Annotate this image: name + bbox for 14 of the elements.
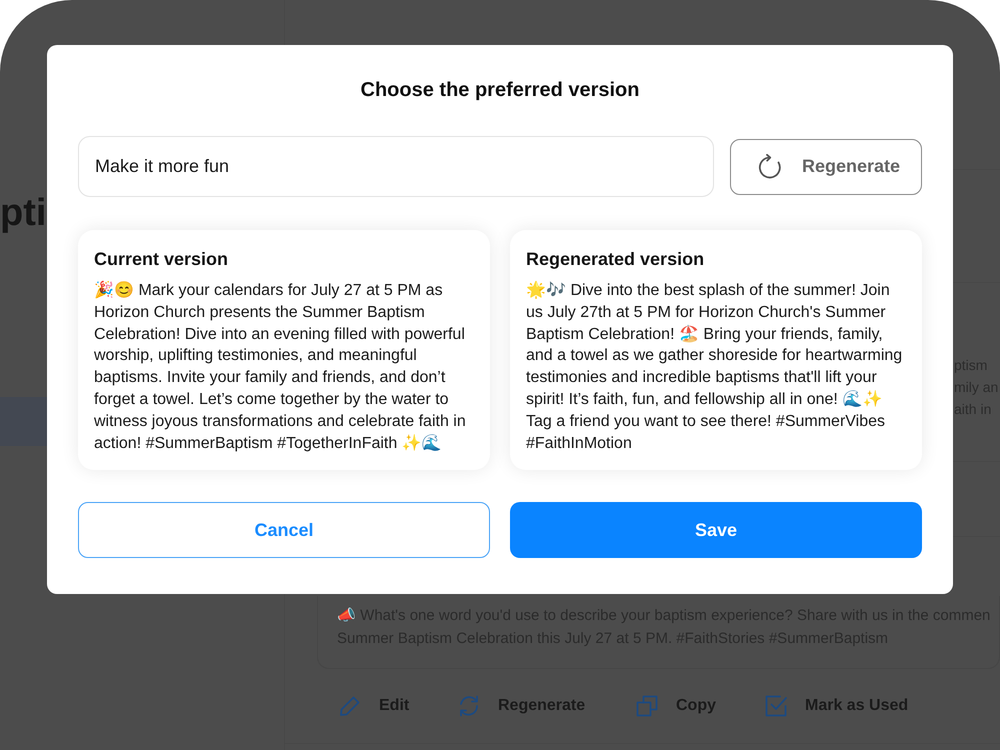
save-button[interactable]: Save — [510, 502, 922, 558]
copy-icon — [635, 694, 659, 718]
version-text: 🌟🎶 Dive into the best splash of the summer! Join us July 27th at 5 PM for Horizon Church's Summer Baptism Celebration! 🏖 Bring your friends, family, and a towel as we gather shoreside for heartwarming testimonies and incredible baptisms that'll lift your spirit! It’s faith, fun, and fellowship all in one! 🌊✨ Tag a friend you want to see there! #SummerVibes #FaithInMotion — [526, 280, 904, 454]
version-title: Current version — [94, 248, 230, 271]
version-title: Regenerated version — [526, 248, 706, 271]
dialog-title: Choose the preferred version — [360, 78, 640, 103]
pencil-icon — [338, 694, 362, 718]
refresh-icon — [457, 694, 481, 718]
cancel-button[interactable]: Cancel — [78, 502, 490, 558]
checkbox-icon — [764, 694, 788, 718]
refresh-icon — [758, 154, 782, 180]
regenerate-button[interactable]: Regenerate — [730, 138, 922, 194]
prompt-field[interactable]: Make it more fun — [78, 136, 714, 197]
version-text: 🎉😊 Mark your calendars for July 27 at 5 PM as Horizon Church presents the Summer Baptism Celebration! Dive into an evening filled with powerful worship, uplifting testimonies, and meaningful baptisms. Invite your family and friends, and don’t forget a towel. Let’s come together by the water to witness joyous transformations and celebrate faith in action! #SummerBaptism #TogetherInFaith ✨🌊 — [94, 280, 467, 454]
